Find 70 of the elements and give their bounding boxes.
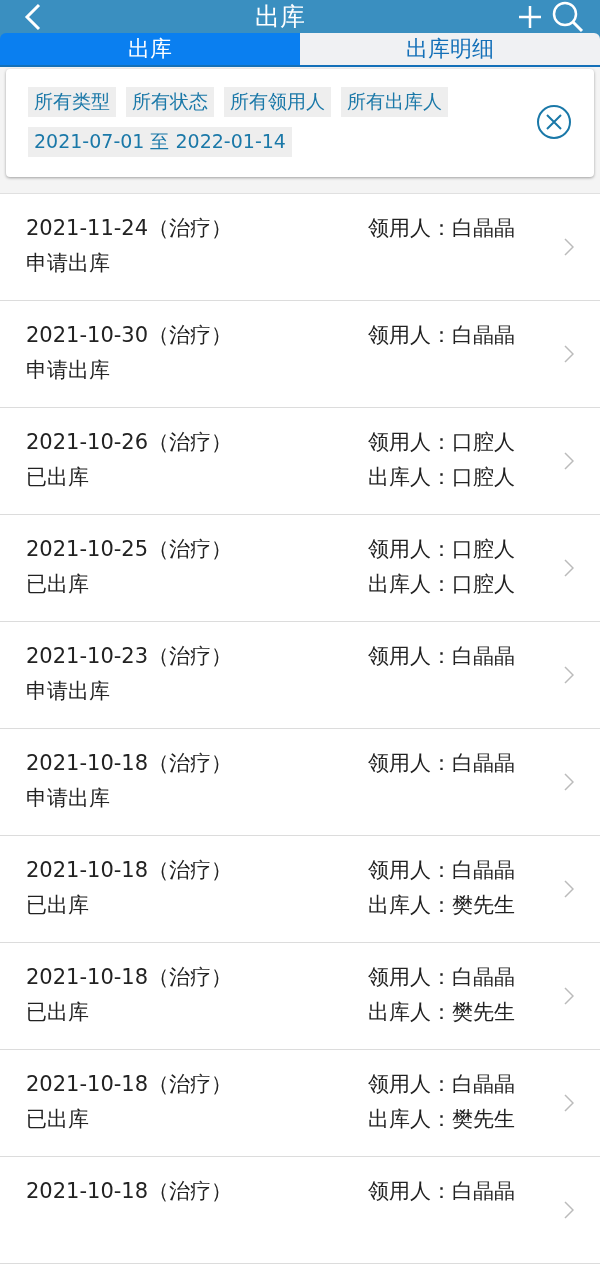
chevron-right-icon <box>564 452 574 470</box>
recipient-text: 领用人：白晶晶 <box>368 1072 516 1097</box>
search-button[interactable] <box>552 0 584 33</box>
issuer-text: 出库人：樊先生 <box>368 893 516 918</box>
recipient-text: 领用人：白晶晶 <box>368 644 516 669</box>
chevron-right-icon <box>564 880 574 898</box>
filter-chip[interactable]: 2021-07-01 至 2022-01-14 <box>28 127 292 157</box>
recipient-text: 领用人：口腔人 <box>368 537 516 562</box>
record-date: 2021-10-18（治疗） <box>26 1072 234 1097</box>
record-row[interactable]: 2021-10-18（治疗） 领用人：白晶晶 <box>0 1157 600 1264</box>
record-status: 已出库 <box>26 1000 90 1025</box>
search-icon <box>552 0 584 33</box>
issuer-text: 出库人：樊先生 <box>368 1107 516 1132</box>
record-status: 申请出库 <box>26 679 111 704</box>
recipient-text: 领用人：白晶晶 <box>368 216 516 241</box>
record-date: 2021-10-18（治疗） <box>26 858 234 883</box>
recipient-text: 领用人：口腔人 <box>368 430 516 455</box>
chevron-right-icon <box>564 345 574 363</box>
record-row[interactable]: 2021-10-25（治疗） 已出库 领用人：口腔人 出库人：口腔人 <box>0 515 600 622</box>
recipient-text: 领用人：白晶晶 <box>368 323 516 348</box>
plus-icon <box>518 4 542 29</box>
record-status: 申请出库 <box>26 251 111 276</box>
record-row[interactable]: 2021-11-24（治疗） 申请出库 领用人：白晶晶 <box>0 194 600 301</box>
record-date: 2021-10-23（治疗） <box>26 644 234 669</box>
chevron-right-icon <box>564 666 574 684</box>
record-date: 2021-10-18（治疗） <box>26 1179 234 1204</box>
record-status: 已出库 <box>26 1107 90 1132</box>
record-status: 申请出库 <box>26 358 111 383</box>
chevron-right-icon <box>564 1094 574 1112</box>
chevron-right-icon <box>564 238 574 256</box>
record-status: 已出库 <box>26 572 90 597</box>
add-button[interactable] <box>518 4 542 29</box>
record-row[interactable]: 2021-10-18（治疗） 已出库 领用人：白晶晶 出库人：樊先生 <box>0 836 600 943</box>
record-row[interactable]: 2021-10-18（治疗） 申请出库 领用人：白晶晶 <box>0 729 600 836</box>
record-date: 2021-10-18（治疗） <box>26 965 234 990</box>
page-title: 出库 <box>255 1 305 33</box>
back-icon <box>24 2 42 31</box>
record-status: 已出库 <box>26 465 90 490</box>
record-date: 2021-10-26（治疗） <box>26 430 234 455</box>
issuer-text: 出库人：口腔人 <box>368 572 516 597</box>
filter-chip[interactable]: 所有领用人 <box>224 87 331 117</box>
record-date: 2021-10-25（治疗） <box>26 537 234 562</box>
filter-chip[interactable]: 所有状态 <box>126 87 214 117</box>
tab[interactable]: 出库 <box>0 33 300 67</box>
recipient-text: 领用人：白晶晶 <box>368 858 516 883</box>
record-row[interactable]: 2021-10-18（治疗） 已出库 领用人：白晶晶 出库人：樊先生 <box>0 943 600 1050</box>
back-button[interactable] <box>24 2 42 31</box>
chevron-right-icon <box>564 773 574 791</box>
record-status: 已出库 <box>26 893 90 918</box>
record-row[interactable]: 2021-10-23（治疗） 申请出库 领用人：白晶晶 <box>0 622 600 729</box>
record-date: 2021-10-30（治疗） <box>26 323 234 348</box>
chevron-right-icon <box>564 987 574 1005</box>
record-row[interactable]: 2021-10-26（治疗） 已出库 领用人：口腔人 出库人：口腔人 <box>0 408 600 515</box>
recipient-text: 领用人：白晶晶 <box>368 751 516 776</box>
filter-chip[interactable]: 所有类型 <box>28 87 116 117</box>
issuer-text: 出库人：口腔人 <box>368 465 516 490</box>
filter-chip[interactable]: 所有出库人 <box>341 87 448 117</box>
clear-button[interactable] <box>536 104 572 140</box>
issuer-text: 出库人：樊先生 <box>368 1000 516 1025</box>
record-status: 申请出库 <box>26 786 111 811</box>
record-date: 2021-11-24（治疗） <box>26 216 234 241</box>
recipient-text: 领用人：白晶晶 <box>368 1179 516 1204</box>
record-date: 2021-10-18（治疗） <box>26 751 234 776</box>
chevron-right-icon <box>564 559 574 577</box>
record-row[interactable]: 2021-10-18（治疗） 已出库 领用人：白晶晶 出库人：樊先生 <box>0 1050 600 1157</box>
recipient-text: 领用人：白晶晶 <box>368 965 516 990</box>
close-icon <box>536 104 572 140</box>
chevron-right-icon <box>564 1201 574 1219</box>
record-row[interactable]: 2021-10-30（治疗） 申请出库 领用人：白晶晶 <box>0 301 600 408</box>
tab[interactable]: 出库明细 <box>300 33 600 67</box>
